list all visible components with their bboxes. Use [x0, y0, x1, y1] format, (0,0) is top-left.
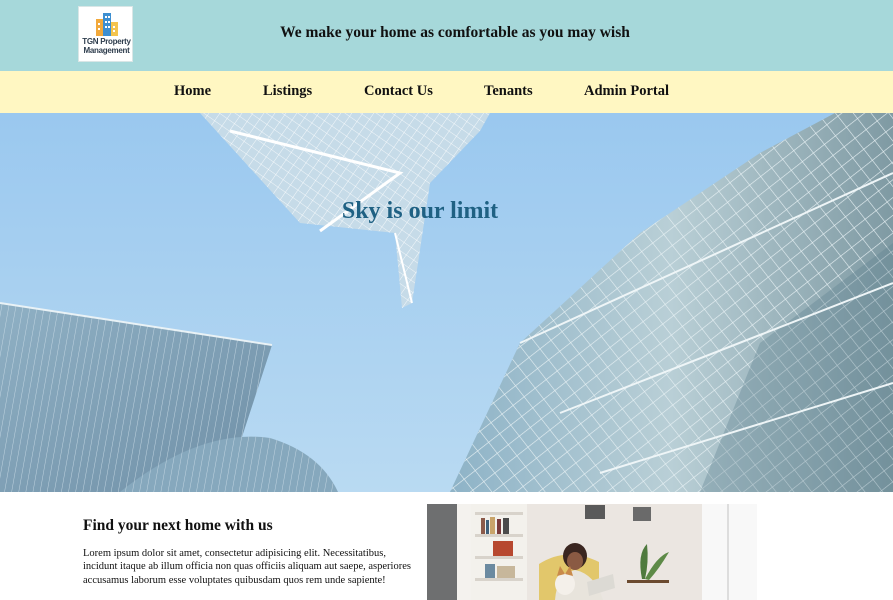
nav-tenants[interactable]: Tenants — [484, 83, 533, 100]
section-heading: Find your next home with us — [83, 517, 273, 534]
main-nav: Home Listings Contact Us Tenants Admin P… — [0, 71, 893, 113]
building-logo-icon — [96, 13, 118, 36]
tagline: We make your home as comfortable as you … — [280, 24, 630, 41]
nav-contact-us[interactable]: Contact Us — [364, 83, 433, 100]
logo-text: TGN Property Management — [79, 37, 134, 55]
nav-admin-portal[interactable]: Admin Portal — [584, 83, 669, 100]
skyscrapers-image — [0, 113, 893, 492]
living-room-photo — [427, 504, 757, 600]
logo-text-line2: Management — [83, 46, 130, 55]
hero-banner: Sky is our limit — [0, 113, 893, 492]
woman-with-dog-image — [427, 504, 757, 600]
nav-listings[interactable]: Listings — [263, 83, 312, 100]
nav-home[interactable]: Home — [174, 83, 211, 100]
logo-text-line1: TGN Property — [82, 37, 131, 46]
hero-title: Sky is our limit — [341, 198, 499, 224]
company-logo[interactable]: TGN Property Management — [78, 6, 133, 62]
section-body-text: Lorem ipsum dolor sit amet, consectetur … — [83, 548, 411, 586]
top-header: TGN Property Management We make your hom… — [0, 0, 893, 71]
